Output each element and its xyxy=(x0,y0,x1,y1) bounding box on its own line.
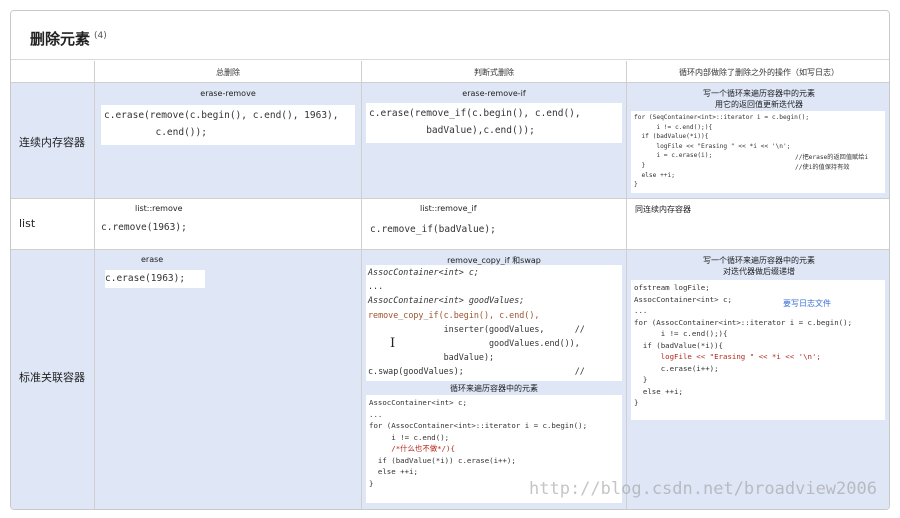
contiguous-col1-title: erase-remove xyxy=(200,89,256,98)
code-line: logFile << "Erasing " << *i << '\n'; xyxy=(634,142,791,150)
code-line: i != c.end();){ xyxy=(634,123,713,131)
watermark: http://blog.csdn.net/broadview2006 xyxy=(529,479,877,499)
code-line: ... xyxy=(369,409,383,419)
row-list-label: list xyxy=(19,217,36,230)
header-empty-cell xyxy=(11,61,95,83)
code-line: i != c.end(); xyxy=(369,432,450,442)
code-line: c.end()); xyxy=(104,127,207,138)
contiguous-col3-title-1: 写一个循环来遍历容器中的元素 xyxy=(703,89,815,98)
assoc-col3-code: ofstream logFile; AssocContainer<int> c;.… xyxy=(631,280,885,420)
assoc-col3-note: 要写日志文件 xyxy=(783,299,831,308)
list-col2-code: c.remove_if(badValue); xyxy=(370,221,530,239)
row-contiguous-col2: erase-remove-if c.erase(remove_if(c.begi… xyxy=(362,83,627,199)
code-line: } xyxy=(634,398,639,407)
code-line: } xyxy=(634,375,648,384)
code-line: AssocContainer<int> c; xyxy=(634,294,732,304)
code-line: ofstream logFile; xyxy=(634,283,710,292)
list-col1-code: c.remove(1963); xyxy=(101,219,221,237)
row-assoc-label-cell: 标准关联容器 xyxy=(11,250,95,509)
contiguous-col3-code: for (SeqContainer<int>::iterator i = c.b… xyxy=(631,111,885,193)
assoc-col1-title: erase xyxy=(141,255,164,264)
code-line: for (SeqContainer<int>::iterator i = c.b… xyxy=(634,114,810,121)
code-line: c.swap(goodValues); // xyxy=(368,366,585,377)
assoc-col2-title-b: 循环来遍历容器中的元素 xyxy=(450,384,538,393)
code-line: ... xyxy=(368,281,384,292)
code-line: c.erase(i++); xyxy=(634,363,719,373)
code-line: /*什么也不做*/){ xyxy=(369,444,455,453)
code-line: AssocContainer<int> c; xyxy=(369,398,467,407)
code-line: c.erase(remove_if(c.begin(), c.end(), xyxy=(369,108,581,119)
row-list-col1: list::remove c.remove(1963); xyxy=(95,199,362,250)
page-title: 删除元素 xyxy=(30,30,91,48)
row-list-col2: list::remove_if c.remove_if(badValue); xyxy=(362,199,627,250)
code-line: c.erase(remove(c.begin(), c.end(), 1963)… xyxy=(104,110,339,121)
text-cursor-icon: I xyxy=(390,336,396,351)
code-line: for (AssocContainer<int>::iterator i = c… xyxy=(634,317,853,327)
row-assoc-label: 标准关联容器 xyxy=(19,371,85,384)
row-contiguous-col3: 写一个循环来遍历容器中的元素 用它的返回值更新迭代器 for (SeqConta… xyxy=(627,83,889,199)
row-contiguous-label: 连续内存容器 xyxy=(19,136,85,149)
code-line: goodValues.end()), xyxy=(368,338,580,349)
row-assoc-col2: remove_copy_if 和swap AssocContainer<int>… xyxy=(362,250,627,509)
code-line: else ++i; xyxy=(369,467,418,476)
code-line: logFile << "Erasing " << *i << '\n'; xyxy=(634,352,821,361)
header-col1-label: 总删除 xyxy=(216,68,240,77)
code-line: if (badValue(*i)){ xyxy=(634,340,723,350)
list-col2-title: list::remove_if xyxy=(420,204,477,213)
row-contiguous-label-cell: 连续内存容器 xyxy=(11,83,95,199)
contiguous-col2-code: c.erase(remove_if(c.begin(), c.end(), ba… xyxy=(366,103,622,143)
list-col3-text: 同连续内存容器 xyxy=(635,205,691,214)
contiguous-col3-note-1: //把erase的返回值赋给i xyxy=(795,154,869,161)
code-line: badValue),c.end()); xyxy=(369,125,535,136)
assoc-col3-title-2: 对迭代器做后缀递增 xyxy=(723,267,795,276)
title-superscript: (4) xyxy=(94,31,107,41)
code-line: i != c.end();){ xyxy=(634,329,728,338)
row-list-label-cell: list xyxy=(11,199,95,250)
code-line: if (badValue(*i)){ xyxy=(634,133,709,141)
assoc-col1-code: c.erase(1963); xyxy=(105,270,205,288)
assoc-col3-title-1: 写一个循环来遍历容器中的元素 xyxy=(703,256,815,265)
code-line: AssocContainer<int> c; xyxy=(368,267,479,277)
assoc-col2-code: AssocContainer<int> c;... AssocContainer<… xyxy=(366,265,622,381)
header-col3: 循环内部做除了删除之外的操作（如写日志） xyxy=(627,61,889,83)
header-col2: 判断式删除 xyxy=(362,61,627,83)
code-line: remove_copy_if(c.begin(), c.end(), xyxy=(368,309,540,320)
code-line: else ++i; xyxy=(634,386,683,396)
title-bar: 删除元素 (4) xyxy=(11,11,889,60)
header-col1: 总删除 xyxy=(95,61,362,83)
code-line: if (badValue(*i)) c.erase(i++); xyxy=(369,455,516,465)
contiguous-col2-title: erase-remove-if xyxy=(462,89,526,98)
contiguous-col1-code: c.erase(remove(c.begin(), c.end(), 1963)… xyxy=(101,105,355,145)
row-list-col3: 同连续内存容器 xyxy=(627,199,889,250)
header-col3-label: 循环内部做除了删除之外的操作（如写日志） xyxy=(679,68,839,77)
code-line: badValue); xyxy=(368,352,495,363)
header-col2-label: 判断式删除 xyxy=(474,68,514,77)
code-line: } xyxy=(634,181,638,189)
contiguous-col3-title-2: 用它的返回值更新迭代器 xyxy=(715,100,803,109)
code-line: ... xyxy=(634,306,648,315)
row-contiguous-col1: erase-remove c.erase(remove(c.begin(), c… xyxy=(95,83,362,199)
contiguous-col3-note-2: //使i的值保持有效 xyxy=(795,164,850,171)
code-line: AssocContainer<int> goodValues; xyxy=(368,295,525,306)
row-assoc-col1: erase c.erase(1963); xyxy=(95,250,362,509)
list-col1-title: list::remove xyxy=(135,204,183,213)
document-frame: 删除元素 (4) 总删除 判断式删除 循环内部做除了删除之外的操作（如写日志） … xyxy=(10,10,890,510)
code-line: inserter(goodValues, // xyxy=(368,323,585,334)
row-assoc-col3: 写一个循环来遍历容器中的元素 对迭代器做后缀递增 ofstream logFil… xyxy=(627,250,889,509)
code-line: for (AssocContainer<int>::iterator i = c… xyxy=(369,421,588,430)
